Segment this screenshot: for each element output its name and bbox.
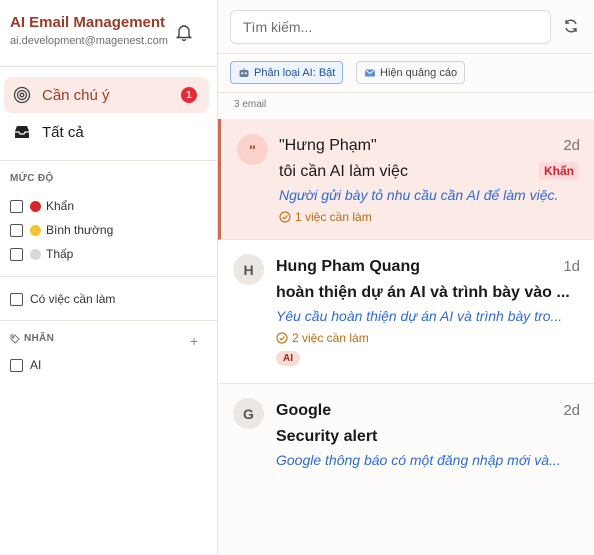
- gray-dot-icon: [30, 248, 41, 260]
- email-list-pane: Phân loại AI: Bật Hiện quảng cáo 3 email…: [218, 0, 594, 555]
- label-tag[interactable]: AI: [276, 351, 300, 366]
- email-summary: Google thông báo có một đăng nhập mới và…: [276, 452, 561, 468]
- email-sender: "Hưng Phạm": [279, 137, 377, 154]
- mail-icon: [364, 67, 376, 79]
- account-email: ai.development@magenest.com: [10, 35, 168, 47]
- attention-count-badge: 1: [181, 87, 197, 103]
- bell-icon[interactable]: [174, 22, 194, 42]
- email-row[interactable]: G Google 2d Security alert Google thông …: [218, 384, 594, 486]
- email-sender: Hung Pham Quang: [276, 258, 420, 275]
- tag-icon: [10, 334, 20, 344]
- check-circle-icon: [276, 332, 288, 344]
- target-icon: [13, 86, 31, 104]
- todo-filter[interactable]: Có việc cần làm: [10, 292, 115, 306]
- level-label: Thấp: [46, 247, 74, 261]
- yellow-dot-icon: [30, 224, 41, 236]
- avatar: H: [233, 254, 264, 285]
- label-name: AI: [30, 358, 42, 372]
- urgent-badge: Khẩn: [539, 162, 579, 180]
- divider: [218, 53, 594, 54]
- task-count: 2 việc cần làm: [276, 331, 369, 345]
- email-subject: tôi cần AI làm việc: [279, 163, 408, 180]
- email-row[interactable]: " "Hưng Phạm" 2d tôi cần AI làm việc Khẩ…: [218, 119, 594, 240]
- checkbox[interactable]: [10, 199, 23, 213]
- check-circle-icon: [279, 211, 291, 223]
- show-ads-toggle[interactable]: Hiện quảng cáo: [356, 61, 466, 84]
- task-count: 1 việc cần làm: [279, 210, 372, 224]
- email-date: 1d: [563, 258, 580, 275]
- ai-classify-toggle[interactable]: Phân loại AI: Bật: [230, 61, 344, 84]
- label-filter-ai[interactable]: AI: [10, 358, 41, 372]
- level-filter-low[interactable]: Thấp: [10, 247, 73, 261]
- checkbox[interactable]: [10, 223, 23, 237]
- email-subject: Security alert: [276, 428, 378, 445]
- avatar: G: [233, 398, 264, 429]
- red-dot-icon: [30, 200, 41, 212]
- email-summary: Người gửi bày tỏ nhu cầu cần AI để làm v…: [279, 187, 559, 203]
- labels-section-heading: NHÃN: [10, 333, 54, 344]
- divider: [0, 66, 217, 67]
- labels-heading-text: NHÃN: [24, 333, 55, 344]
- avatar: ": [237, 134, 268, 165]
- checkbox[interactable]: [10, 292, 23, 306]
- task-count-label: 1 việc cần làm: [295, 210, 372, 224]
- checkbox[interactable]: [10, 247, 23, 261]
- email-summary: Yêu cầu hoàn thiện dự án AI và trình bày…: [276, 308, 563, 324]
- app-title: AI Email Management: [10, 14, 166, 31]
- nav-item-attention[interactable]: Cần chú ý 1: [4, 77, 209, 113]
- divider: [0, 160, 217, 161]
- chip-label: Hiện quảng cáo: [380, 66, 458, 79]
- email-subject: hoàn thiện dự án AI và trình bày vào ...: [276, 284, 570, 301]
- inbox-icon: [13, 123, 31, 141]
- brand: AI Email Management ai.development@magen…: [10, 14, 168, 47]
- divider: [0, 320, 217, 321]
- nav-label: Tất cả: [42, 123, 84, 141]
- email-count: 3 email: [234, 99, 267, 110]
- search-input[interactable]: [230, 10, 551, 44]
- divider: [218, 92, 594, 93]
- level-filter-normal[interactable]: Bình thường: [10, 223, 113, 237]
- level-filter-urgent[interactable]: Khẩn: [10, 199, 74, 213]
- todo-filter-label: Có việc cần làm: [30, 292, 116, 306]
- sidebar: AI Email Management ai.development@magen…: [0, 0, 218, 555]
- divider: [0, 276, 217, 277]
- level-label: Khẩn: [46, 199, 75, 213]
- robot-icon: [238, 67, 250, 79]
- nav-label: Cần chú ý: [42, 86, 110, 104]
- email-date: 2d: [563, 137, 580, 154]
- email-sender: Google: [276, 402, 332, 419]
- level-label: Bình thường: [46, 223, 114, 237]
- email-date: 2d: [563, 402, 580, 419]
- email-row[interactable]: H Hung Pham Quang 1d hoàn thiện dự án AI…: [218, 240, 594, 384]
- checkbox[interactable]: [10, 358, 23, 372]
- nav-item-all[interactable]: Tất cả: [4, 114, 209, 150]
- chip-label: Phân loại AI: Bật: [254, 66, 336, 79]
- level-section-heading: MỨC ĐỘ: [10, 173, 54, 184]
- add-label-button[interactable]: +: [190, 333, 198, 349]
- task-count-label: 2 việc cần làm: [292, 331, 369, 345]
- refresh-icon[interactable]: [562, 17, 580, 35]
